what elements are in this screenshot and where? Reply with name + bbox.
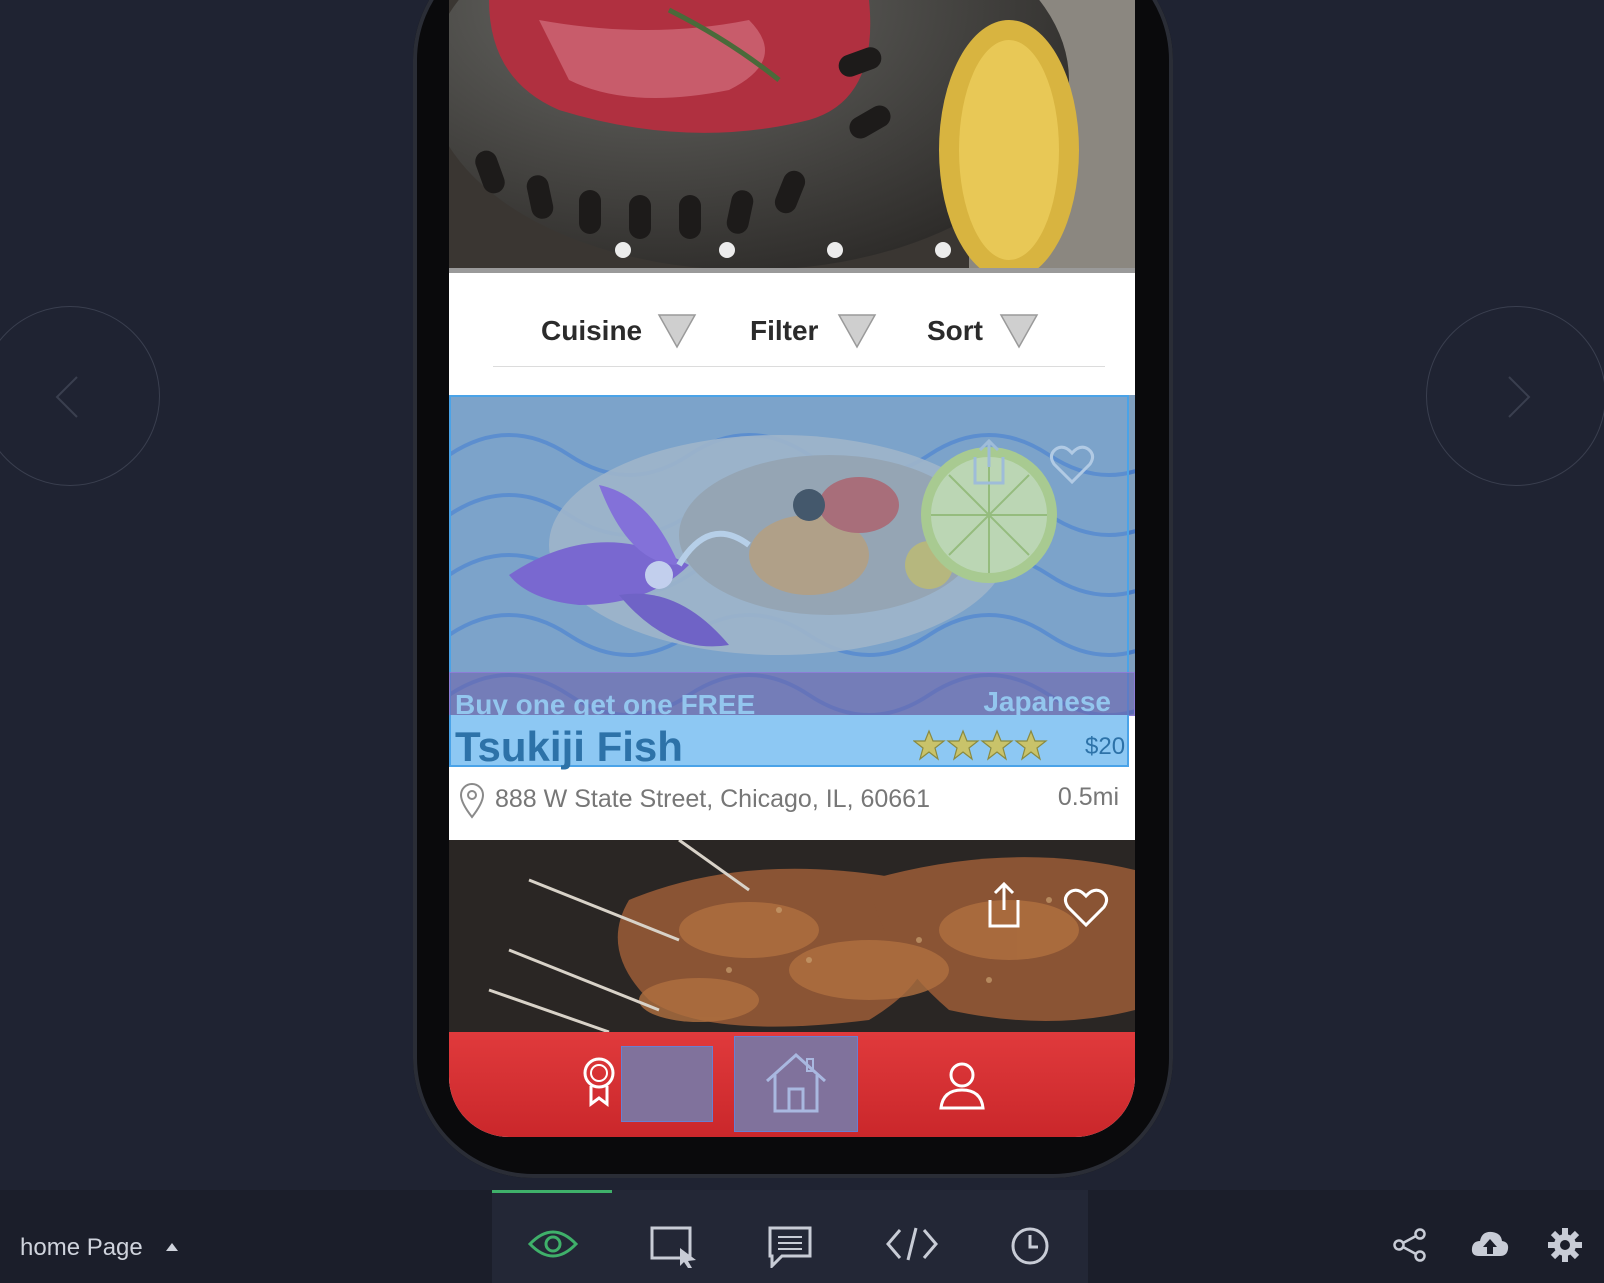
star-icon <box>913 729 946 761</box>
carousel-dot[interactable] <box>719 242 735 258</box>
star-icon <box>980 729 1014 761</box>
heart-icon[interactable] <box>1063 888 1109 928</box>
code-icon[interactable] <box>886 1226 938 1262</box>
share-icon[interactable] <box>1392 1228 1428 1262</box>
carousel-dot[interactable] <box>935 242 951 258</box>
star-icon <box>946 729 980 761</box>
location-pin-icon <box>459 783 485 819</box>
settings-icon[interactable] <box>1548 1228 1582 1262</box>
profile-icon[interactable] <box>939 1060 985 1110</box>
awards-icon[interactable] <box>579 1056 619 1108</box>
cuisine-dropdown-label[interactable]: Cuisine <box>541 315 642 347</box>
rating-stars <box>913 729 1048 761</box>
caret-up-icon[interactable] <box>166 1243 178 1251</box>
price-label: $20 <box>1085 733 1126 760</box>
carousel-dot[interactable] <box>827 242 843 258</box>
eye-icon[interactable] <box>528 1226 578 1262</box>
sort-dropdown-label[interactable]: Sort <box>927 315 983 347</box>
cuisine-label: Japanese <box>983 686 1111 717</box>
page-selector[interactable]: home Page <box>20 1234 143 1262</box>
star-icon <box>1014 729 1048 761</box>
next-screen-button[interactable] <box>1426 306 1604 486</box>
prev-screen-button[interactable] <box>0 306 160 486</box>
app-screen: Cuisine Filter Sort Buy one get one FREE… <box>449 0 1135 1137</box>
restaurant-image <box>449 840 1135 1032</box>
hero-image <box>449 0 1135 273</box>
sort-dropdown-icon[interactable] <box>999 313 1039 349</box>
divider <box>493 366 1105 367</box>
carousel-dot[interactable] <box>615 242 631 258</box>
address-text: 888 W State Street, Chicago, IL, 60661 <box>495 785 930 813</box>
filter-dropdown-icon[interactable] <box>837 313 877 349</box>
filter-dropdown-label[interactable]: Filter <box>750 315 818 347</box>
distance-text: 0.5mi <box>1057 783 1119 811</box>
hero-carousel[interactable] <box>449 0 1135 273</box>
cloud-upload-icon[interactable] <box>1470 1228 1510 1260</box>
chevron-right-icon <box>1508 376 1531 418</box>
tab-home[interactable] <box>734 1036 858 1132</box>
restaurant-card[interactable]: Buy one get one FREE Japanese Tsukiji Fi… <box>449 395 1135 840</box>
comment-icon[interactable] <box>768 1226 812 1268</box>
selection-box <box>621 1046 713 1122</box>
active-mode-indicator <box>492 1190 612 1193</box>
cuisine-dropdown-icon[interactable] <box>657 313 697 349</box>
history-icon[interactable] <box>1010 1226 1050 1266</box>
restaurant-card[interactable] <box>449 840 1135 1032</box>
home-icon <box>765 1052 827 1113</box>
filter-bar: Cuisine Filter Sort <box>449 275 1135 395</box>
share-icon[interactable] <box>984 880 1024 930</box>
tab-bar <box>449 1032 1135 1137</box>
restaurant-name[interactable]: Tsukiji Fish <box>455 723 683 771</box>
chevron-left-icon <box>55 376 78 418</box>
select-icon[interactable] <box>650 1226 698 1268</box>
